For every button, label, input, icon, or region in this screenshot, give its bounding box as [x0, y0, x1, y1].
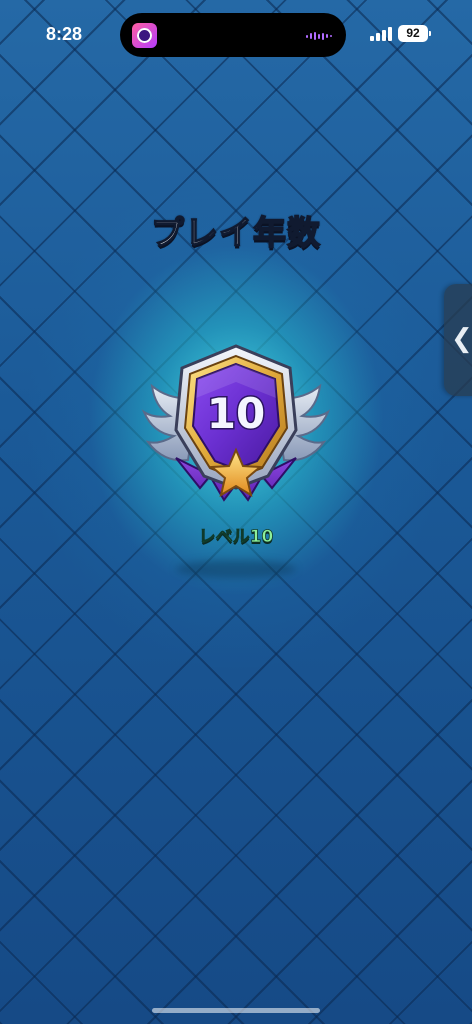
cellular-signal-icon — [370, 27, 392, 41]
app-clover-icon — [132, 23, 157, 48]
badge-number: 10 — [207, 389, 265, 438]
side-panel-toggle[interactable]: ❮ — [444, 284, 472, 396]
status-bar: 8:28 92 — [0, 0, 472, 70]
status-time: 8:28 — [46, 24, 83, 44]
home-indicator[interactable] — [152, 1008, 320, 1013]
level-badge: 10 — [140, 338, 332, 518]
level-label: レベル10 — [198, 527, 274, 548]
audio-wave-icon — [306, 32, 332, 40]
play-years-screen: 8:28 92 プレイ年数 10 レベル10 ❮ — [0, 0, 472, 1024]
battery-indicator: 92 — [398, 25, 431, 42]
chevron-left-icon: ❮ — [451, 324, 472, 354]
badge-shadow — [176, 560, 296, 578]
badge-emblem-icon: 10 — [141, 344, 331, 502]
page-title: プレイ年数 — [150, 212, 321, 253]
dynamic-island[interactable] — [120, 13, 346, 57]
